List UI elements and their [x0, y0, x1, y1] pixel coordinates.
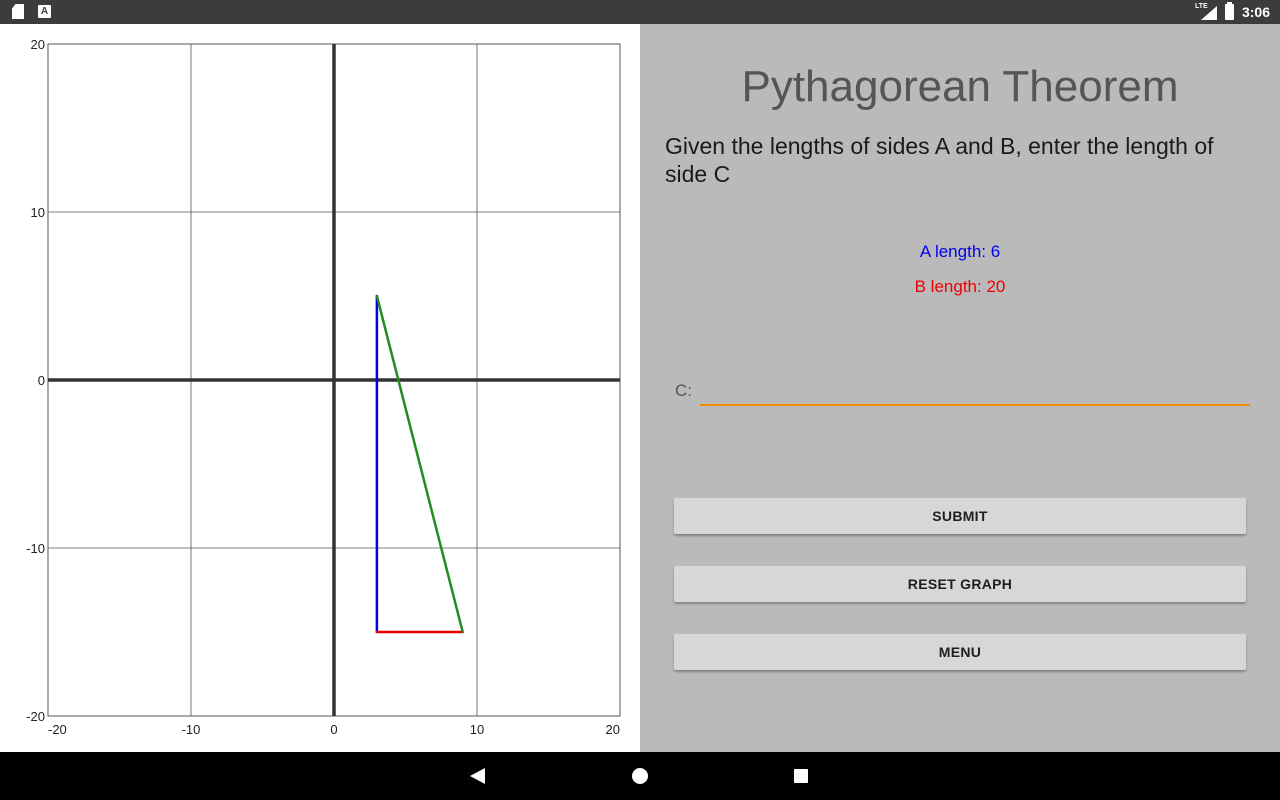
x-tick-label-1: -10: [182, 722, 201, 737]
instructions-text: Given the lengths of sides A and B, ente…: [665, 133, 1214, 187]
battery-charging-icon: [1224, 2, 1234, 20]
b-length-label: B length: 20: [914, 277, 1006, 296]
y-tick-label-4: 20: [31, 37, 45, 52]
y-tick-label-0: -20: [26, 709, 45, 724]
status-bar-right: LTE 3:06: [1195, 0, 1270, 24]
home-icon[interactable]: [632, 768, 648, 784]
a-length-label: A length: 6: [919, 242, 1001, 261]
c-field-label: C:: [675, 381, 692, 400]
status-bar: A LTE 3:06: [0, 0, 1280, 24]
navigation-bar: [0, 752, 1280, 800]
submit-button[interactable]: SUBMIT: [674, 498, 1246, 534]
status-bar-left: A: [12, 4, 51, 19]
text-a-icon: A: [38, 5, 51, 18]
graph-panel[interactable]: -20 -10 0 10 20 -20 -10 0 10 20: [0, 24, 640, 752]
c-length-input[interactable]: [700, 374, 1250, 406]
sd-card-icon: [12, 4, 24, 19]
page-title: Pythagorean Theorem: [741, 62, 1179, 111]
recent-apps-icon[interactable]: [794, 769, 808, 783]
back-icon[interactable]: [470, 768, 485, 784]
menu-button[interactable]: MENU: [674, 634, 1246, 670]
x-tick-label-2: 0: [330, 722, 337, 737]
reset-graph-button[interactable]: RESET GRAPH: [674, 566, 1246, 602]
control-panel: Pythagorean Theorem Given the lengths of…: [640, 24, 1280, 752]
x-tick-label-0: -20: [48, 722, 67, 737]
app-screen: A LTE 3:06 -20 -10 0 10 20 -20 -10 0 10 20 Pythag…: [0, 0, 1280, 800]
y-tick-label-2: 0: [38, 373, 45, 388]
coordinate-graph[interactable]: -20 -10 0 10 20 -20 -10 0 10 20: [0, 24, 640, 752]
y-tick-label-3: 10: [31, 205, 45, 220]
network-type-label: LTE: [1194, 3, 1208, 10]
status-time: 3:06: [1241, 4, 1270, 20]
x-tick-label-3: 10: [470, 722, 484, 737]
y-tick-label-1: -10: [26, 541, 45, 556]
lte-signal-icon: LTE: [1195, 3, 1217, 21]
x-tick-label-4: 20: [606, 722, 620, 737]
